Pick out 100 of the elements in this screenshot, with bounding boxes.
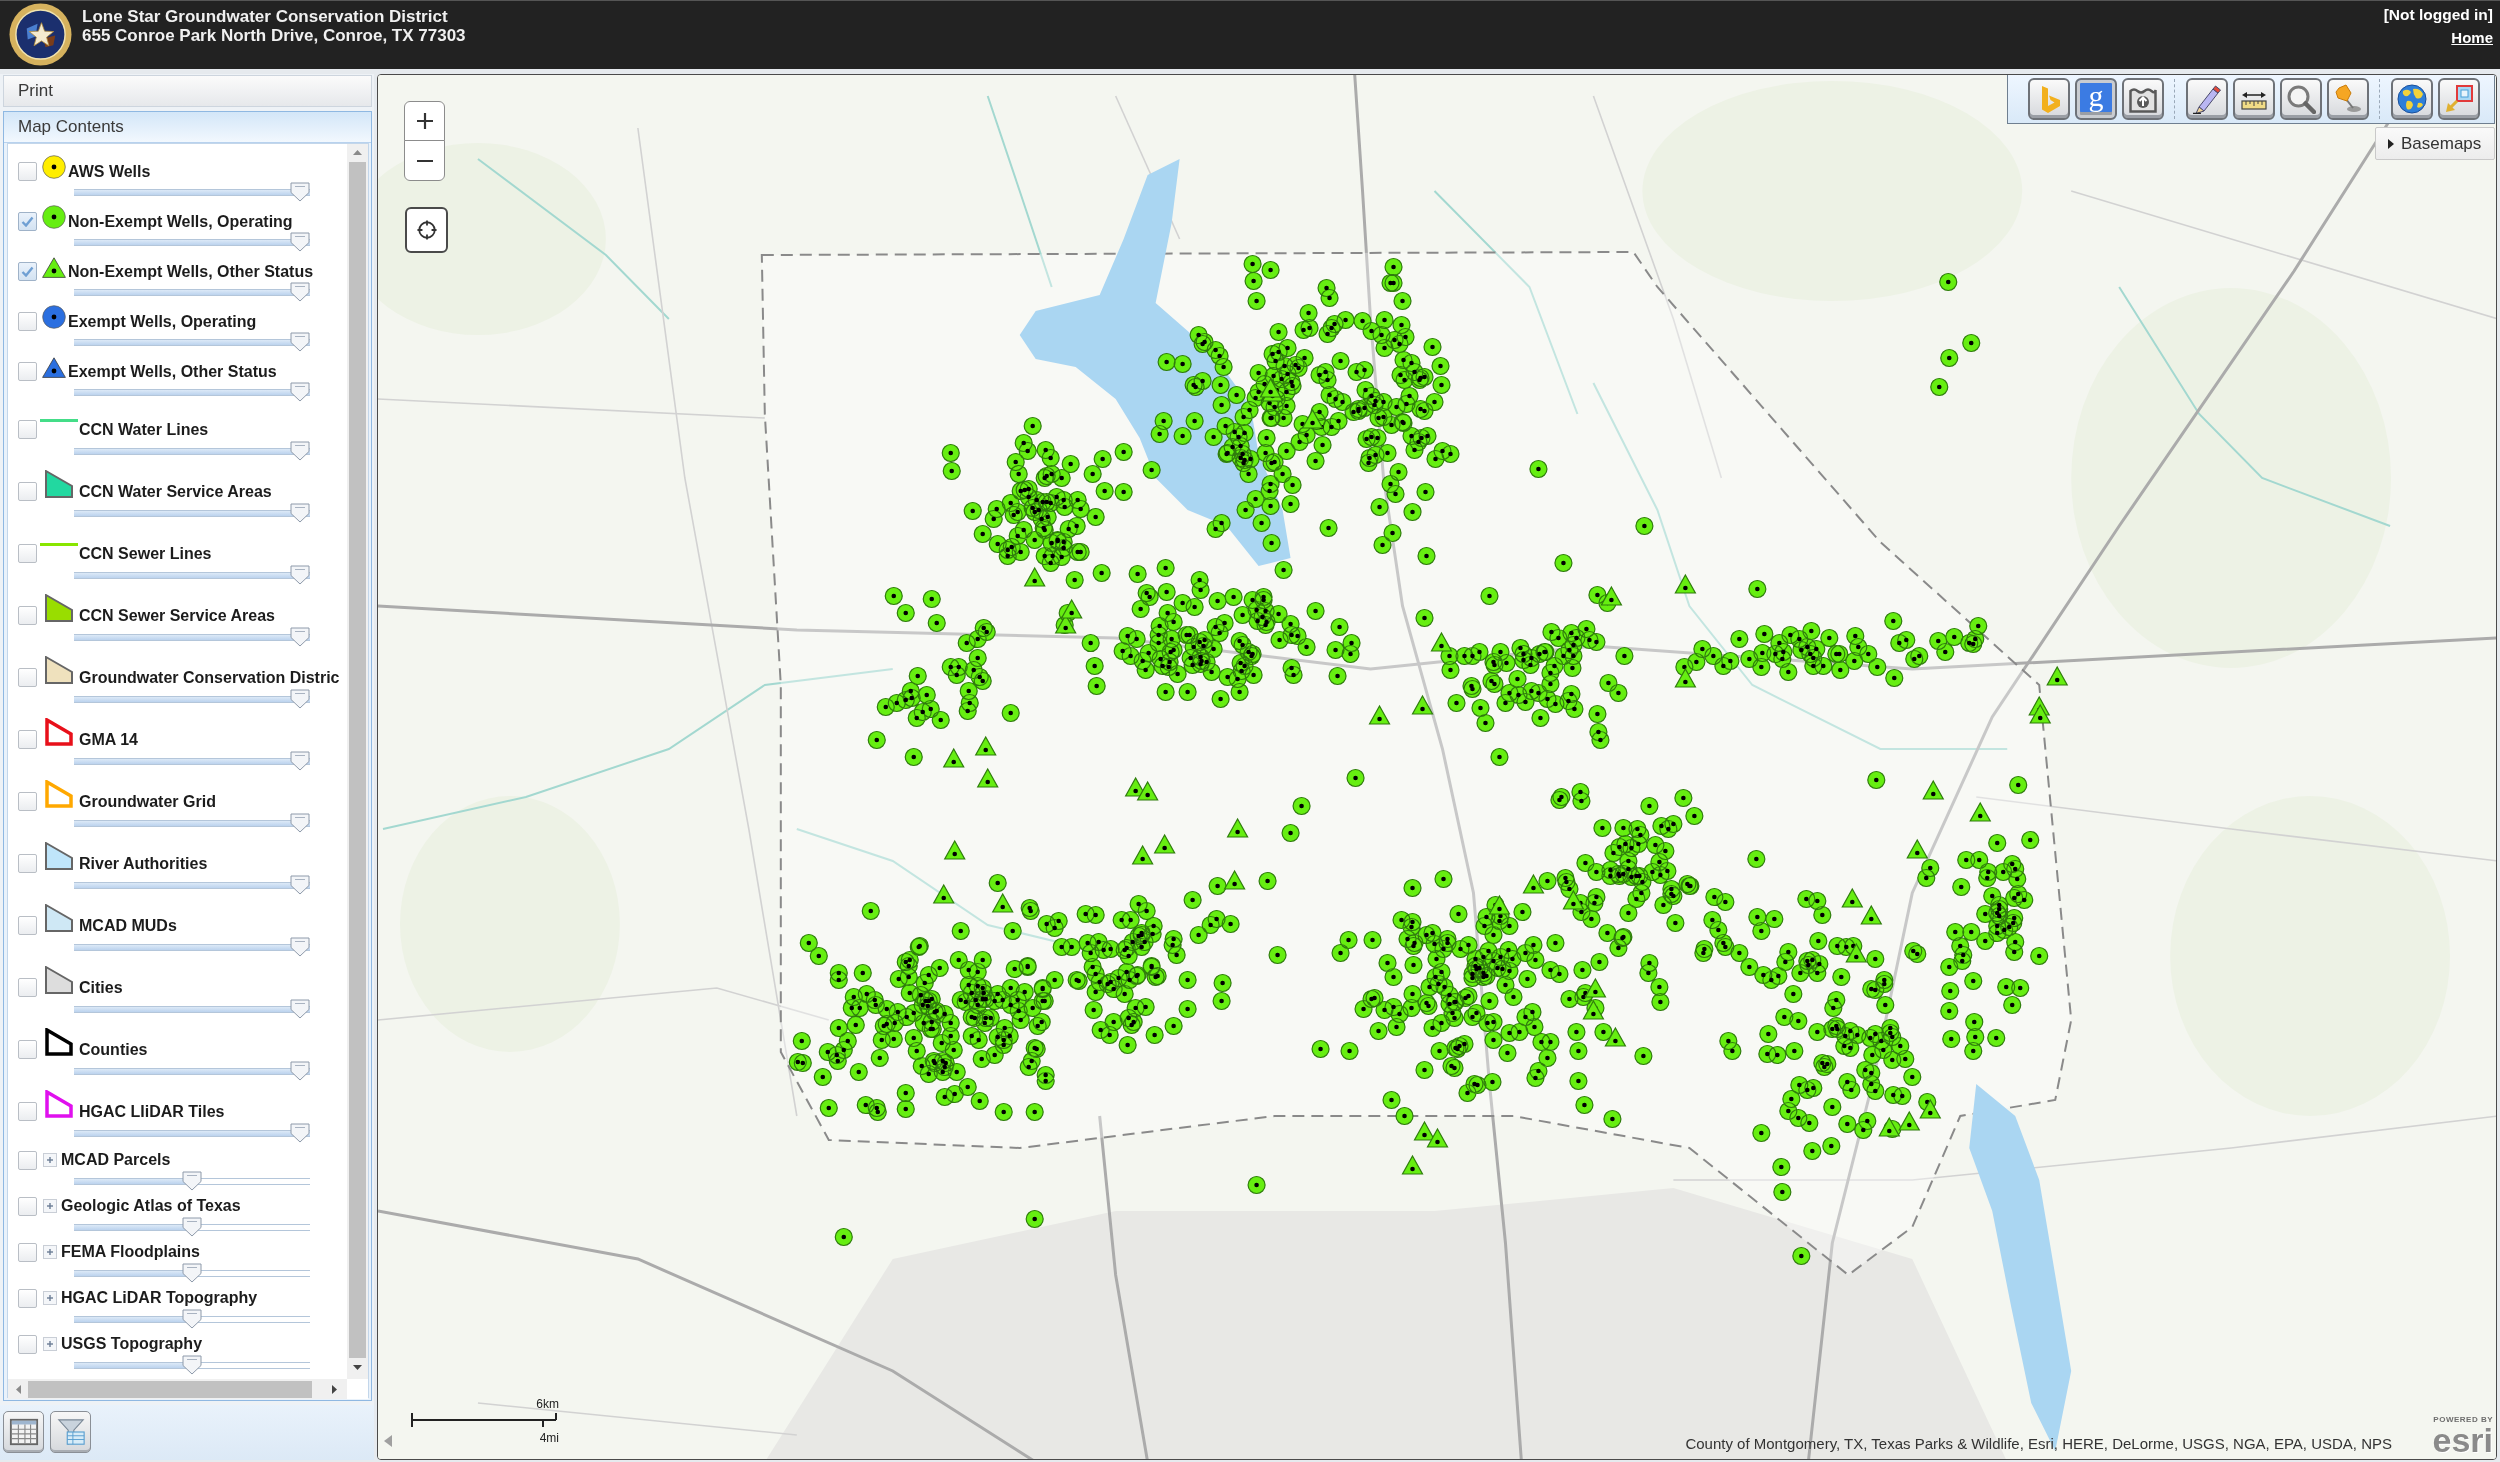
triangle-marker[interactable] xyxy=(942,747,965,768)
triangle-marker[interactable] xyxy=(1674,573,1697,594)
triangle-marker[interactable] xyxy=(1562,889,1585,910)
triangle-marker[interactable] xyxy=(1922,779,1945,800)
triangle-marker[interactable] xyxy=(1411,694,1434,715)
toolbar-button[interactable] xyxy=(2391,78,2433,120)
slider-thumb[interactable] xyxy=(290,999,310,1019)
toolbar-button[interactable] xyxy=(2280,78,2322,120)
tool-button[interactable] xyxy=(3,1411,44,1453)
toolbar-button[interactable] xyxy=(2028,78,2070,120)
layer-checkbox[interactable] xyxy=(18,312,37,331)
layer-checkbox[interactable] xyxy=(18,1040,37,1059)
expand-icon[interactable] xyxy=(43,1199,57,1213)
layer-checkbox[interactable] xyxy=(18,544,37,563)
toolbar-button[interactable] xyxy=(2186,78,2228,120)
slider-thumb[interactable] xyxy=(290,565,310,585)
well-marker-series[interactable] xyxy=(788,254,2049,1266)
layer-checkbox[interactable] xyxy=(18,1150,37,1170)
print-panel-header[interactable]: Print xyxy=(3,75,372,107)
triangle-marker[interactable] xyxy=(1401,1154,1424,1175)
slider-thumb[interactable] xyxy=(290,332,310,352)
triangle-marker[interactable] xyxy=(1430,631,1453,652)
triangle-marker[interactable] xyxy=(1301,408,1324,429)
triangle-marker[interactable] xyxy=(1600,585,1623,606)
triangle-marker[interactable] xyxy=(1845,942,1868,963)
triangle-marker[interactable] xyxy=(1368,704,1391,725)
triangle-marker[interactable] xyxy=(1841,887,1864,908)
scroll-right-icon[interactable] xyxy=(332,1384,337,1394)
triangle-marker[interactable] xyxy=(976,767,999,788)
expand-icon[interactable] xyxy=(43,1153,57,1167)
triangle-marker[interactable] xyxy=(1136,780,1159,801)
triangle-marker[interactable] xyxy=(1153,833,1176,854)
layer-checkbox[interactable] xyxy=(18,1196,37,1216)
layer-checkbox[interactable] xyxy=(18,916,37,935)
slider-thumb[interactable] xyxy=(290,813,310,833)
scrollbar-thumb[interactable] xyxy=(28,1380,312,1398)
toolbar-button[interactable] xyxy=(2122,78,2164,120)
scrollbar-thumb[interactable] xyxy=(349,162,366,1358)
slider-thumb[interactable] xyxy=(290,182,310,202)
layer-checkbox[interactable] xyxy=(18,262,37,281)
layer-checkbox[interactable] xyxy=(18,212,37,231)
collapse-arrow-icon[interactable] xyxy=(384,1435,392,1447)
layer-checkbox[interactable] xyxy=(18,1242,37,1262)
triangle-marker[interactable] xyxy=(1906,838,1929,859)
slider-thumb[interactable] xyxy=(290,1123,310,1143)
triangle-marker[interactable] xyxy=(943,839,966,860)
slider-thumb[interactable] xyxy=(290,627,310,647)
vertical-scrollbar[interactable] xyxy=(347,144,368,1379)
triangle-marker[interactable] xyxy=(1413,1120,1436,1141)
layer-checkbox[interactable] xyxy=(18,668,37,687)
basemaps-button[interactable]: Basemaps xyxy=(2375,127,2495,160)
triangle-marker[interactable] xyxy=(1860,904,1883,925)
basemap-drawing[interactable] xyxy=(378,75,2496,1459)
layer-checkbox[interactable] xyxy=(18,854,37,873)
slider-thumb[interactable] xyxy=(182,1171,202,1191)
slider-thumb[interactable] xyxy=(290,232,310,252)
triangle-marker[interactable] xyxy=(1023,566,1046,587)
triangle-marker[interactable] xyxy=(1969,801,1992,822)
triangle-marker[interactable] xyxy=(1898,1110,1921,1131)
triangle-marker[interactable] xyxy=(991,892,1014,913)
slider-thumb[interactable] xyxy=(290,1061,310,1081)
home-link[interactable]: Home xyxy=(2451,29,2493,47)
expand-icon[interactable] xyxy=(43,1291,57,1305)
zoom-in-button[interactable] xyxy=(404,101,445,141)
layer-checkbox[interactable] xyxy=(18,162,37,181)
locate-button[interactable] xyxy=(405,207,448,253)
layer-checkbox[interactable] xyxy=(18,1334,37,1354)
slider-thumb[interactable] xyxy=(290,382,310,402)
layer-checkbox[interactable] xyxy=(18,362,37,381)
triangle-marker[interactable] xyxy=(2046,665,2069,686)
tool-button[interactable] xyxy=(50,1411,91,1453)
triangle-marker[interactable] xyxy=(1604,1026,1627,1047)
triangle-marker[interactable] xyxy=(1060,598,1083,619)
triangle-marker[interactable] xyxy=(1488,894,1511,915)
expand-icon[interactable] xyxy=(43,1337,57,1351)
triangle-marker[interactable] xyxy=(1522,873,1545,894)
horizontal-scrollbar[interactable] xyxy=(8,1379,347,1399)
toolbar-button[interactable] xyxy=(2438,78,2480,120)
triangle-marker[interactable] xyxy=(1259,377,1282,398)
slider-thumb[interactable] xyxy=(182,1263,202,1283)
scroll-down-icon[interactable] xyxy=(353,1365,362,1370)
slider-thumb[interactable] xyxy=(290,751,310,771)
triangle-marker[interactable] xyxy=(1426,1127,1449,1148)
layer-checkbox[interactable] xyxy=(18,978,37,997)
triangle-marker[interactable] xyxy=(1584,977,1607,998)
triangle-marker[interactable] xyxy=(1131,844,1154,865)
slider-thumb[interactable] xyxy=(290,441,310,461)
layer-checkbox[interactable] xyxy=(18,606,37,625)
toolbar-button[interactable] xyxy=(2233,78,2275,120)
slider-thumb[interactable] xyxy=(182,1309,202,1329)
triangle-marker[interactable] xyxy=(1582,999,1605,1020)
triangle-marker[interactable] xyxy=(1226,817,1249,838)
slider-thumb[interactable] xyxy=(290,689,310,709)
slider-thumb[interactable] xyxy=(290,282,310,302)
slider-thumb[interactable] xyxy=(290,937,310,957)
layer-checkbox[interactable] xyxy=(18,482,37,501)
slider-thumb[interactable] xyxy=(290,503,310,523)
expand-icon[interactable] xyxy=(43,1245,57,1259)
triangle-marker[interactable] xyxy=(1878,1116,1901,1137)
scroll-left-icon[interactable] xyxy=(16,1384,21,1394)
